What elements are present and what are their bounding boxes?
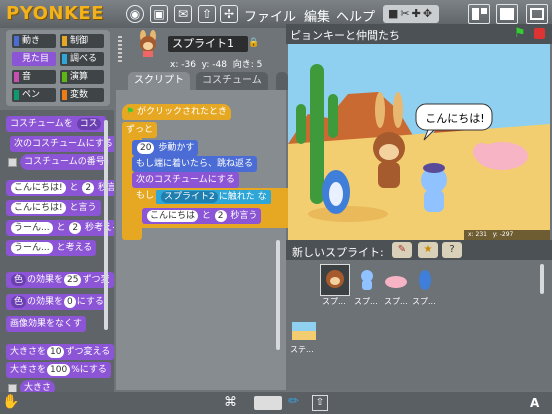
new-sprite-bar: 新しいスプライト: ✎ ★ ? — [286, 240, 552, 260]
touching-block[interactable]: スプライト2 に触れた な — [156, 190, 271, 204]
keyboard-icon[interactable] — [254, 396, 282, 410]
sprite-name-field[interactable]: スプライト1 — [168, 36, 248, 52]
say-block[interactable]: こんにちは! と言う — [6, 200, 101, 216]
forever-block[interactable]: ずっと — [122, 122, 158, 138]
sprite-list[interactable]: スプ... スプ... スプ... スプ... ステ... — [286, 260, 552, 390]
text-size-icon[interactable]: A — [530, 396, 539, 410]
next-costume-block[interactable]: 次のコスチュームにする — [10, 136, 114, 152]
green-flag-button[interactable]: ⚑ — [514, 26, 526, 41]
switch-costume-block[interactable]: コスチュームを コス — [6, 116, 106, 132]
presentation-button[interactable] — [526, 4, 548, 24]
choose-sprite-icon[interactable]: ★ — [418, 242, 438, 258]
stop-button[interactable] — [534, 28, 545, 39]
block-categories: 動き 制御 見た目 調べる 音 演算 ペン 変数 — [6, 30, 110, 106]
menu-help[interactable]: ヘルプ — [336, 6, 375, 25]
category-operators[interactable]: 演算 — [60, 70, 104, 84]
random-sprite-icon[interactable]: ? — [442, 242, 462, 258]
set-effect-block[interactable]: 色の効果を 0 にする — [6, 294, 108, 310]
sprite-thumb-1[interactable] — [320, 264, 350, 296]
think-for-secs-block[interactable]: うーん... と 2 秒考える — [6, 220, 114, 236]
set-size-block[interactable]: 大きさを 100 %にする — [6, 362, 111, 378]
sprite-label-3: スプ... — [384, 297, 408, 306]
menu-file[interactable]: ファイル — [244, 6, 296, 25]
flag-icon: ⚑ — [126, 107, 135, 117]
project-title: ピョンキーと仲間たち — [290, 29, 400, 42]
drag-handle[interactable] — [118, 36, 122, 64]
change-size-block[interactable]: 大きさを 10 ずつ変える — [6, 344, 114, 360]
category-motion[interactable]: 動き — [12, 34, 56, 48]
sprite-coordinates: x: -36 y: -48 向き: 5 — [170, 60, 263, 70]
category-looks[interactable]: 見た目 — [12, 52, 56, 66]
bottom-toolbar: ✋ ⌘ ✏ ⇧ A — [0, 392, 552, 414]
expand-icon[interactable]: ✢ — [220, 5, 238, 23]
stage-thumbnail[interactable] — [292, 322, 316, 340]
palette-scrollbar[interactable] — [104, 120, 108, 330]
tab-sounds[interactable] — [276, 72, 288, 90]
move-steps-block[interactable]: 20 歩動かす — [132, 140, 199, 156]
costume-number-reporter[interactable]: コスチュームの番号 — [20, 154, 109, 170]
category-sensing[interactable]: 調べる — [60, 52, 104, 66]
mouse-coordinates: x: 231 y: -297 — [464, 230, 550, 240]
stage-thumb-label: ステ... — [290, 345, 314, 354]
grow-icon[interactable]: ✚ — [412, 7, 423, 20]
costume-number-checkbox[interactable] — [8, 158, 17, 167]
sprite-thumb-4[interactable] — [414, 268, 436, 292]
stage-header: ピョンキーと仲間たち ⚑ — [286, 24, 552, 44]
say-for-secs-block[interactable]: こんにちは! と 2 秒言う — [6, 180, 114, 196]
next-costume-script-block[interactable]: 次のコスチュームにする — [132, 172, 239, 188]
large-stage-button[interactable] — [496, 4, 518, 24]
stage[interactable]: こんにちは! x: 231 y: -297 — [288, 44, 550, 240]
category-variables[interactable]: 変数 — [60, 88, 104, 102]
sprite-list-scrollbar[interactable] — [540, 264, 544, 294]
stamp-icon[interactable]: ■ — [388, 7, 400, 20]
block-palette[interactable]: コスチュームを コス 次のコスチュームにする コスチュームの番号 こんにちは! … — [0, 110, 114, 400]
new-sprite-label: 新しいスプライト: — [292, 246, 384, 259]
share-icon[interactable]: ⇧ — [198, 5, 216, 23]
tab-costumes[interactable]: コスチューム — [196, 72, 268, 90]
script-area[interactable]: ⚑ がクリックされたとき ずっと 20 歩動かす もし端に着いたら、跳ね返る 次… — [116, 90, 292, 390]
small-stage-button[interactable] — [468, 4, 490, 24]
sprite-label-2: スプ... — [354, 297, 378, 306]
hand-icon[interactable]: ✋ — [2, 394, 19, 410]
sprite-label-1: スプ... — [322, 297, 346, 306]
app-logo: PYONKEE — [6, 3, 104, 24]
sprite-thumb-3[interactable] — [382, 272, 408, 290]
edit-tools[interactable]: ■✂✚✥ — [383, 5, 439, 23]
paint-sprite-icon[interactable]: ✎ — [392, 242, 412, 258]
when-flag-clicked-block[interactable]: ⚑ がクリックされたとき — [122, 104, 231, 120]
upload-icon[interactable]: ⇧ — [312, 395, 328, 411]
category-control[interactable]: 制御 — [60, 34, 104, 48]
sprite-thumb-2[interactable] — [356, 268, 378, 292]
speech-bubble: こんにちは! — [425, 112, 485, 125]
change-effect-block[interactable]: 色の効果を 25 ずつ変 — [6, 272, 114, 288]
stage-scene — [288, 44, 550, 240]
script-scrollbar[interactable] — [276, 240, 280, 350]
save-icon[interactable]: ▣ — [150, 5, 168, 23]
tab-scripts[interactable]: スクリプト — [128, 72, 190, 90]
category-sound[interactable]: 音 — [12, 70, 56, 84]
shrink-icon[interactable]: ✥ — [423, 7, 434, 20]
sprite-label-4: スプ... — [412, 297, 436, 306]
command-icon[interactable]: ⌘ — [224, 395, 237, 410]
lock-icon[interactable]: 🔒 — [248, 38, 259, 48]
blue-creature-sprite[interactable] — [322, 170, 350, 214]
category-pen[interactable]: ペン — [12, 88, 56, 102]
mail-icon[interactable]: ✉ — [174, 5, 192, 23]
menu-edit[interactable]: 編集 — [304, 6, 330, 25]
light-blue-creature-sprite[interactable] — [421, 163, 447, 212]
scissors-icon[interactable]: ✂ — [400, 7, 411, 20]
clear-effects-block[interactable]: 画像効果をなくす — [6, 316, 87, 332]
think-block[interactable]: うーん... と考える — [6, 240, 97, 256]
bounce-block[interactable]: もし端に着いたら、跳ね返る — [132, 156, 258, 172]
sprite-thumbnail — [140, 30, 156, 57]
pen-icon[interactable]: ✏ — [288, 394, 299, 409]
globe-icon[interactable]: ◉ — [126, 5, 144, 23]
say-for-secs-script-block[interactable]: こんにちは と 2 秒言う — [142, 208, 262, 224]
